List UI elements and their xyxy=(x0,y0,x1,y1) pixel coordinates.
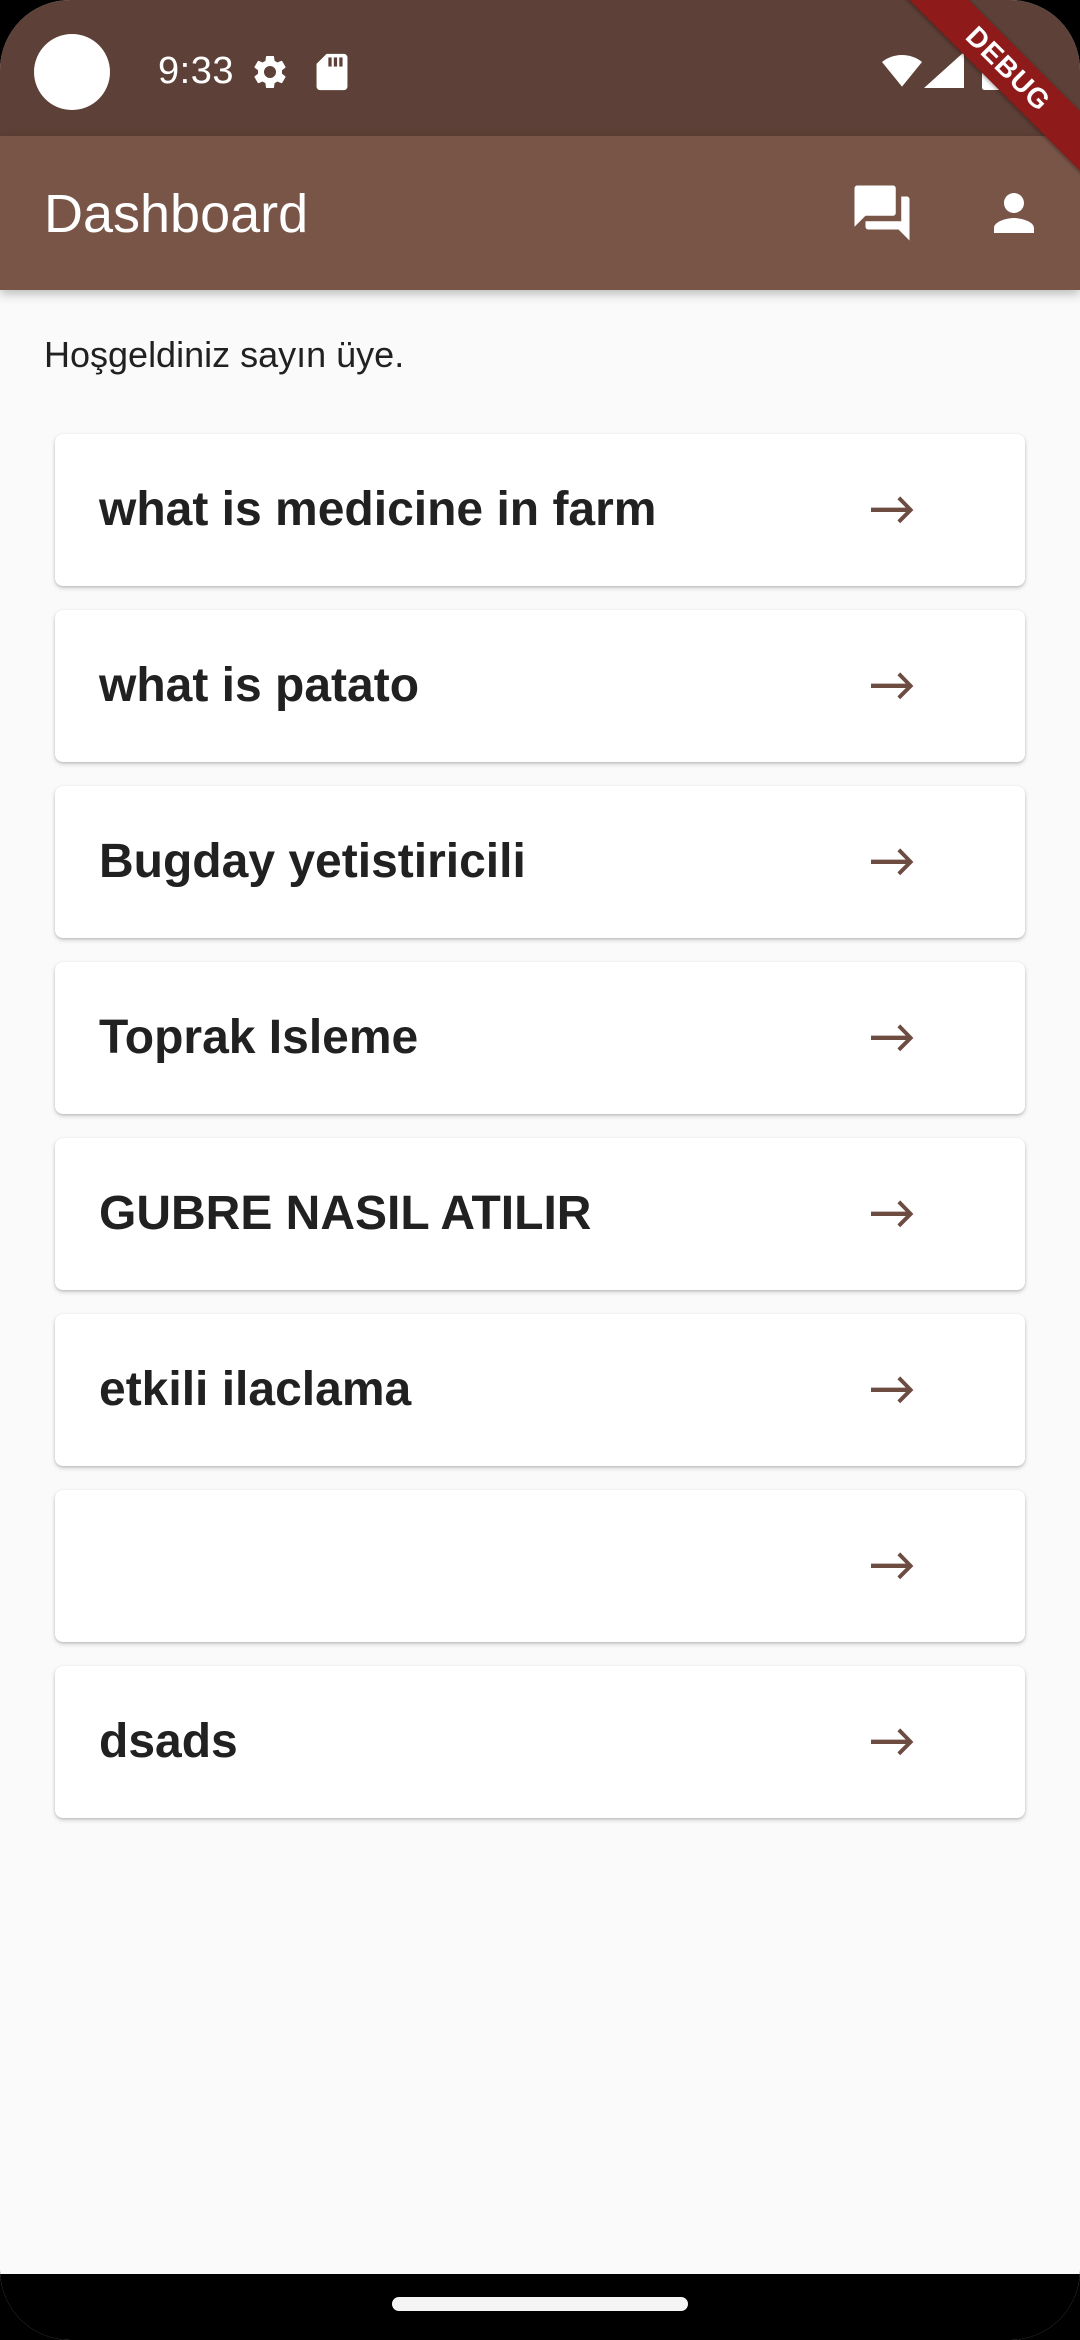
arrow-right-icon xyxy=(871,848,914,876)
question-title: what is medicine in farm xyxy=(99,483,657,536)
question-card[interactable]: what is medicine in farm xyxy=(55,434,1025,586)
home-gesture-handle[interactable] xyxy=(392,2297,688,2311)
question-card[interactable]: dsads xyxy=(55,1666,1025,1818)
page-title: Dashboard xyxy=(44,184,309,244)
profile-button[interactable] xyxy=(974,173,1054,253)
question-card[interactable]: etkili ilaclama xyxy=(55,1314,1025,1466)
battery-icon xyxy=(982,50,1004,90)
screen: 9:33 DEBUG Dashboard Hoşgeldiniz sayın ü… xyxy=(0,0,1080,2340)
arrow-right-icon xyxy=(871,1728,914,1756)
arrow-right-icon xyxy=(871,1200,914,1228)
question-card[interactable]: Bugday yetistiricili xyxy=(55,786,1025,938)
navigation-bar xyxy=(0,2274,1080,2340)
question-title: what is patato xyxy=(99,659,420,712)
question-title: etkili ilaclama xyxy=(99,1363,412,1416)
question-card[interactable]: what is patato xyxy=(55,610,1025,762)
arrow-right-icon xyxy=(871,672,914,700)
arrow-right-icon xyxy=(871,496,914,524)
question-title: GUBRE NASIL ATILIR xyxy=(99,1187,592,1240)
welcome-text: Hoşgeldiniz sayın üye. xyxy=(44,334,405,375)
question-title: Toprak Isleme xyxy=(99,1011,419,1064)
app-bar: Dashboard xyxy=(0,136,1080,290)
question-title: Bugday yetistiricili xyxy=(99,835,526,888)
status-time: 9:33 xyxy=(158,50,234,92)
question-title: dsads xyxy=(99,1715,238,1768)
wifi-icon xyxy=(882,55,922,87)
arrow-right-icon xyxy=(871,1552,914,1580)
question-list: what is medicine in farm what is patato … xyxy=(55,434,1025,1842)
sd-card-icon xyxy=(316,53,348,91)
question-card[interactable] xyxy=(55,1490,1025,1642)
cellular-signal-icon xyxy=(924,52,964,88)
question-card[interactable]: Toprak Isleme xyxy=(55,962,1025,1114)
arrow-right-icon xyxy=(871,1024,914,1052)
camera-cutout xyxy=(34,34,110,110)
forum-icon xyxy=(854,185,910,241)
status-bar: 9:33 xyxy=(0,0,1080,136)
settings-gear-icon xyxy=(254,55,286,88)
forum-button[interactable] xyxy=(842,173,922,253)
question-card[interactable]: GUBRE NASIL ATILIR xyxy=(55,1138,1025,1290)
arrow-right-icon xyxy=(871,1376,914,1404)
person-icon xyxy=(994,193,1034,233)
